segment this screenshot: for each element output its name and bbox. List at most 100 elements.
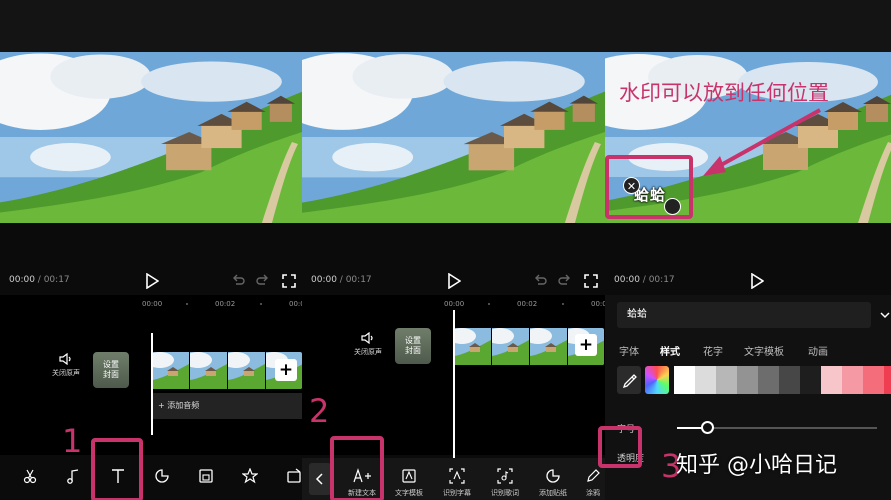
sticker-tool[interactable] <box>140 464 184 484</box>
color-swatch[interactable] <box>800 366 821 394</box>
ruler-tick <box>260 303 262 305</box>
clip-thumbnail <box>152 352 189 389</box>
redo-icon[interactable] <box>256 274 270 288</box>
color-swatch[interactable] <box>695 366 716 394</box>
split-tool[interactable] <box>8 464 52 484</box>
mute-label: 关闭原声 <box>354 348 382 356</box>
clip-thumbnail <box>190 352 227 389</box>
lyrics-icon <box>497 468 513 484</box>
editor-panel-1: 00:00 / 00:17 00:00 00:02 00:0 关闭原声 设置 封… <box>0 0 302 500</box>
add-icon: + <box>578 335 594 355</box>
color-swatch[interactable] <box>737 366 758 394</box>
music-note-icon <box>67 469 79 484</box>
main-toolbar <box>0 458 302 500</box>
eyedropper-icon <box>622 374 637 389</box>
tab-font[interactable]: 字体 <box>619 343 639 358</box>
add-audio-button[interactable]: + 添加音频 <box>152 393 302 419</box>
undo-icon[interactable] <box>533 274 547 288</box>
video-preview[interactable] <box>0 52 302 223</box>
preview-image <box>0 52 302 223</box>
text-template-label: 文字模板 <box>395 489 423 497</box>
playback-controls: 00:00 / 00:17 <box>0 268 302 294</box>
fullscreen-icon[interactable] <box>584 274 598 288</box>
color-swatch[interactable] <box>884 366 891 394</box>
set-cover-button[interactable]: 设置 封面 <box>93 352 129 388</box>
chevron-down-icon[interactable] <box>880 311 890 319</box>
ruler-time-1: 00:02 <box>215 300 236 308</box>
pip-tool[interactable] <box>184 464 228 484</box>
effects-icon <box>242 468 258 484</box>
add-sticker-label: 添加贴纸 <box>539 489 567 497</box>
time-display: 00:00 / 00:17 <box>9 275 70 285</box>
time-separator: / <box>639 275 649 285</box>
add-clip-button[interactable]: + <box>275 359 297 381</box>
watermark-highlight-box <box>605 155 693 219</box>
text-template-button[interactable]: 文字模板 <box>387 464 431 498</box>
color-swatch[interactable] <box>863 366 884 394</box>
timeline[interactable]: 00:00 00:02 00:0 关闭原声 设置 封面 + + 添加音频 <box>0 295 302 455</box>
clip-thumbnail <box>454 328 491 365</box>
eyedropper-button[interactable] <box>617 366 641 394</box>
fullscreen-icon[interactable] <box>282 274 296 288</box>
editor-panel-3: 00:00 / 00:17 蛤蛤 字体 样式 花字 文字模板 动画 字号 透明度 <box>605 0 891 500</box>
current-time: 00:00 <box>9 275 35 285</box>
back-button[interactable] <box>309 463 331 495</box>
color-swatch[interactable] <box>674 366 695 394</box>
slider-thumb[interactable] <box>701 421 714 434</box>
play-icon[interactable] <box>750 273 764 289</box>
auto-captions-button[interactable]: 识别字幕 <box>435 464 479 498</box>
cover-label-line1: 设置 <box>103 360 119 369</box>
timeline[interactable]: 00:00 00:02 00:0 关闭原声 设置 封面 + <box>302 295 605 460</box>
ruler-time-0: 00:00 <box>142 300 163 308</box>
clip-thumbnail <box>530 328 567 365</box>
tab-text-template[interactable]: 文字模板 <box>744 343 784 358</box>
playhead[interactable] <box>453 310 455 460</box>
tab-style[interactable]: 样式 <box>660 343 680 358</box>
set-cover-button[interactable]: 设置 封面 <box>395 328 431 364</box>
clip-thumbnail <box>492 328 529 365</box>
lyrics-button[interactable]: 识别歌词 <box>483 464 527 498</box>
undo-icon[interactable] <box>231 274 245 288</box>
add-icon: + <box>278 360 294 380</box>
ruler-time-0: 00:00 <box>444 300 465 308</box>
mute-original-sound-button[interactable]: 关闭原声 <box>346 332 390 357</box>
size-slider[interactable]: 字号 <box>617 418 891 438</box>
playhead[interactable] <box>151 333 153 435</box>
total-time: 00:17 <box>648 275 675 285</box>
tab-fancy-text[interactable]: 花字 <box>703 343 723 358</box>
time-display: 00:00 / 00:17 <box>311 275 372 285</box>
color-swatch[interactable] <box>821 366 842 394</box>
add-clip-button[interactable]: + <box>575 334 597 356</box>
editor-panel-2: 00:00 / 00:17 00:00 00:02 00:0 关闭原声 设置 封… <box>302 0 605 500</box>
lyrics-label: 识别歌词 <box>491 489 519 497</box>
play-icon[interactable] <box>447 273 461 289</box>
video-preview[interactable] <box>302 52 605 223</box>
ruler-tick <box>562 303 564 305</box>
color-swatch[interactable] <box>842 366 863 394</box>
audio-tool[interactable] <box>51 464 95 484</box>
step-number-2: 2 <box>309 392 330 430</box>
color-swatch[interactable] <box>758 366 779 394</box>
cover-label-line2: 封面 <box>103 370 119 379</box>
ruler-time-2: 00:0 <box>591 300 605 308</box>
draw-button[interactable]: 涂鸦 <box>575 464 605 498</box>
volume-icon <box>361 332 373 344</box>
color-swatch[interactable] <box>716 366 737 394</box>
filter-tool[interactable] <box>272 464 302 484</box>
effects-tool[interactable] <box>228 464 272 484</box>
color-picker-wheel[interactable] <box>645 366 669 394</box>
text-tool-highlight <box>91 438 143 500</box>
redo-icon[interactable] <box>558 274 572 288</box>
filter-icon <box>287 468 301 483</box>
color-swatch[interactable] <box>779 366 800 394</box>
watermark-annotation: 水印可以放到任何位置 <box>619 81 829 105</box>
ruler-tick <box>186 303 188 305</box>
mute-original-sound-button[interactable]: 关闭原声 <box>44 353 88 378</box>
add-sticker-button[interactable]: 添加贴纸 <box>531 464 575 498</box>
play-icon[interactable] <box>145 273 159 289</box>
volume-icon <box>59 353 71 365</box>
playback-controls: 00:00 / 00:17 <box>605 268 891 294</box>
tab-animation[interactable]: 动画 <box>808 343 828 358</box>
text-input[interactable]: 蛤蛤 <box>617 302 871 328</box>
auto-captions-label: 识别字幕 <box>443 489 471 497</box>
